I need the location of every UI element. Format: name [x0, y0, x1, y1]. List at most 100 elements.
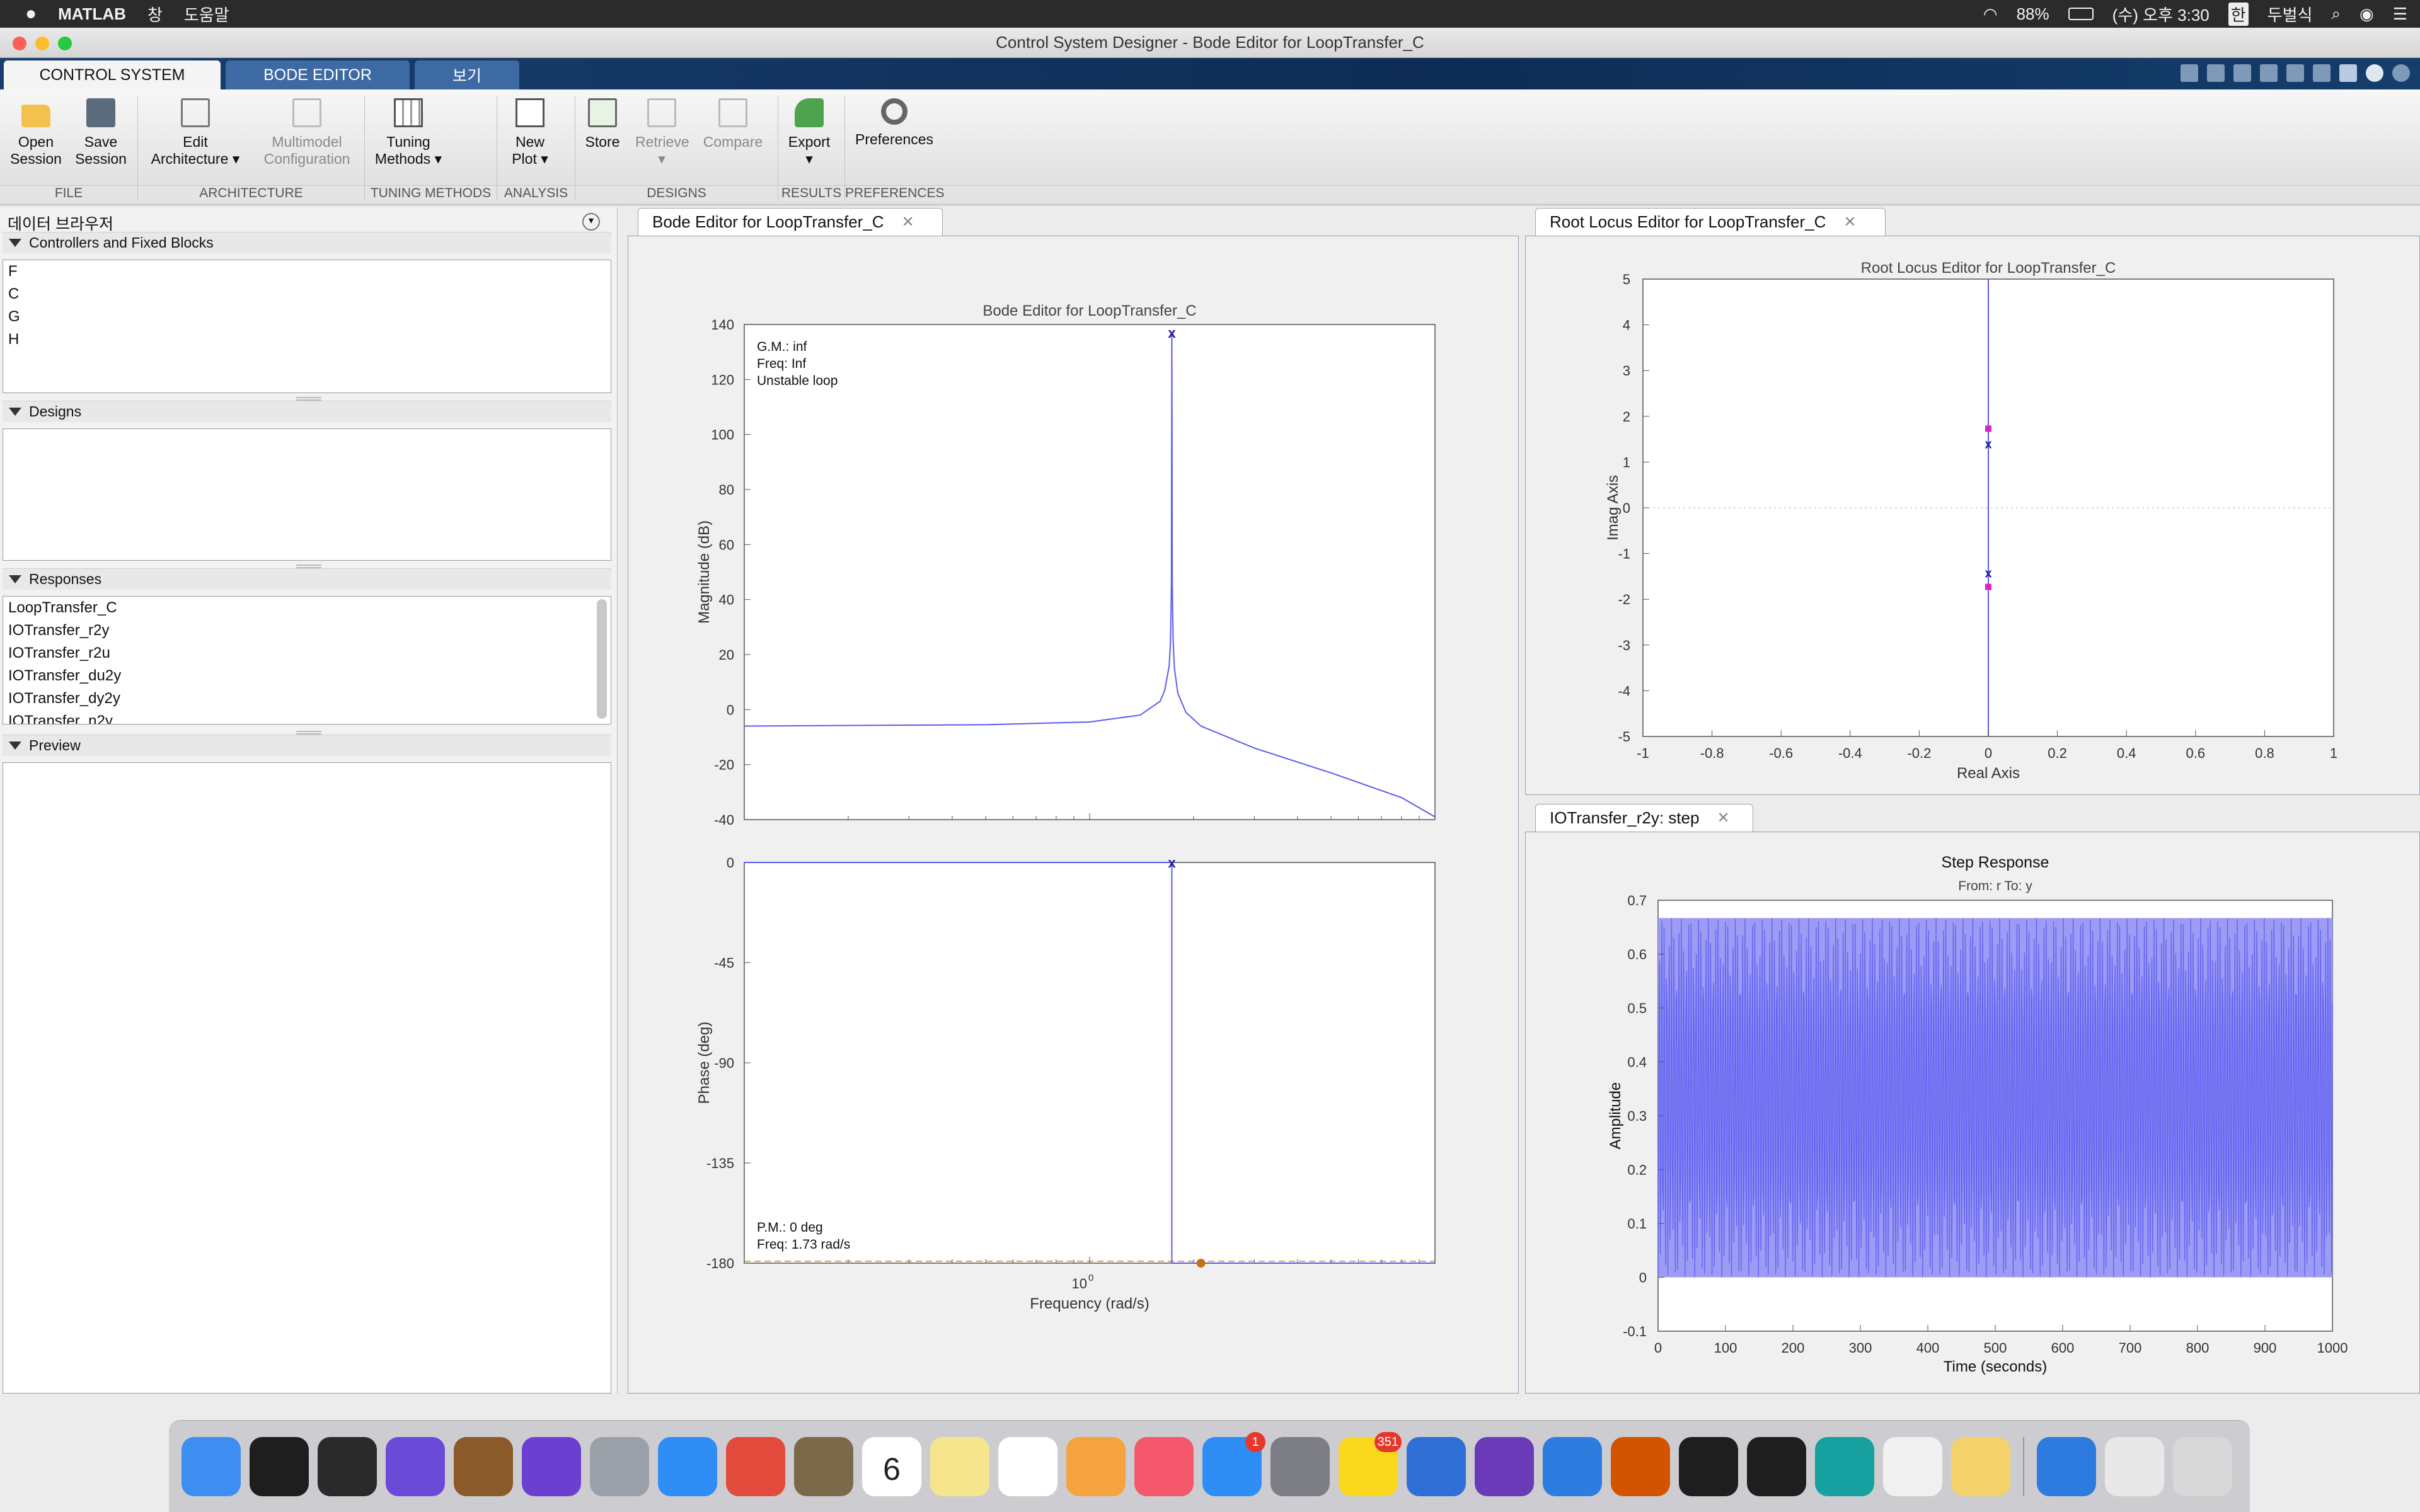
dock-finder-icon[interactable] — [182, 1436, 241, 1496]
input-source-label[interactable]: 두벌식 — [2267, 3, 2313, 26]
dock-textedit-icon[interactable] — [1883, 1436, 1942, 1496]
list-item[interactable]: IOTransfer_dy2y — [3, 687, 611, 710]
edit-architecture-button[interactable]: Edit Architecture ▾ — [144, 98, 247, 168]
apple-icon[interactable]: ● — [25, 3, 37, 25]
close-tab-icon[interactable]: ✕ — [902, 213, 914, 231]
dock-documents-icon[interactable] — [2105, 1436, 2164, 1496]
retrieve-button[interactable]: Retrieve ▾ — [635, 98, 689, 168]
dock-vs-code-icon[interactable] — [1543, 1436, 1602, 1496]
new-plot-button[interactable]: New Plot ▾ — [502, 98, 558, 168]
close-tab-icon[interactable]: ✕ — [1717, 809, 1729, 827]
section-responses-header[interactable]: Responses — [3, 568, 611, 590]
data-browser-menu-icon[interactable]: ▾ — [582, 213, 600, 231]
list-item[interactable]: IOTransfer_du2y — [3, 665, 611, 687]
dock-garageband-icon[interactable] — [454, 1436, 513, 1496]
imag-tick-label: 0 — [1623, 500, 1630, 516]
save-session-button[interactable]: Save Session — [71, 98, 131, 168]
export-button[interactable]: Export ▾ — [780, 98, 838, 168]
dock-safari-icon[interactable] — [658, 1436, 717, 1496]
wifi-icon[interactable]: ◠ — [1983, 4, 1998, 24]
section-controllers-header[interactable]: Controllers and Fixed Blocks — [3, 232, 611, 253]
clock[interactable]: (수) 오후 3:30 — [2112, 3, 2210, 26]
list-item[interactable]: IOTransfer_r2y — [3, 619, 611, 642]
multimodel-configuration-button[interactable]: Multimodel Configuration — [253, 98, 360, 168]
list-item[interactable]: IOTransfer_r2u — [3, 642, 611, 665]
redo-icon[interactable] — [2313, 64, 2331, 82]
retrieve-label: Retrieve ▾ — [635, 134, 689, 167]
compare-button[interactable]: Compare — [698, 98, 768, 151]
section-preview-header[interactable]: Preview — [3, 735, 611, 756]
save-icon[interactable] — [2181, 64, 2198, 82]
dock-arduino-icon[interactable] — [1815, 1436, 1874, 1496]
dock-app-store-icon[interactable]: 1 — [1202, 1431, 1265, 1496]
architecture-icon — [181, 98, 210, 127]
list-item[interactable]: LoopTransfer_C — [3, 597, 611, 619]
dock-calendar-icon[interactable]: 6 — [862, 1436, 921, 1496]
dock-activity-monitor-icon[interactable] — [318, 1436, 377, 1496]
battery-percent[interactable]: 88% — [2017, 4, 2049, 24]
dock-kakaotalk-icon[interactable]: 351 — [1339, 1431, 1402, 1496]
mag-ylabel: Magnitude (dB) — [696, 520, 713, 624]
phase-ylabel: Phase (deg) — [696, 1022, 713, 1104]
section-designs-header[interactable]: Designs — [3, 401, 611, 422]
undo-icon[interactable] — [2286, 64, 2304, 82]
responses-scrollbar[interactable] — [597, 599, 607, 719]
list-item[interactable]: G — [3, 306, 611, 328]
tab-bode-editor[interactable]: BODE EDITOR — [226, 60, 410, 89]
preferences-button[interactable]: Preferences — [848, 98, 940, 148]
bode-plot[interactable]: Bode Editor for LoopTransfer_C -40 -20 0 20 4… — [628, 236, 1518, 1393]
dock-notes-icon[interactable] — [930, 1436, 989, 1496]
menu-app-name[interactable]: MATLAB — [58, 4, 126, 24]
tuning-methods-button[interactable]: Tuning Methods ▾ — [371, 98, 446, 168]
dock-webstorm-icon[interactable] — [1747, 1436, 1806, 1496]
dock-visual-studio-icon[interactable] — [1475, 1436, 1534, 1496]
dock-teamviewer-icon[interactable] — [2037, 1436, 2096, 1496]
root-locus-plot[interactable]: Root Locus Editor for LoopTransfer_C -5 -4… — [1526, 236, 2419, 794]
dock-pycharm-icon[interactable] — [1679, 1436, 1738, 1496]
cut-icon[interactable] — [2207, 64, 2225, 82]
dock-launchpad-icon[interactable] — [590, 1436, 649, 1496]
copy-icon[interactable] — [2233, 64, 2251, 82]
dock-xcode-icon[interactable] — [1407, 1436, 1466, 1496]
siri-icon[interactable]: ◉ — [2360, 4, 2374, 24]
quick-access-toolbar[interactable] — [2139, 64, 2410, 83]
dock-photos-icon[interactable] — [1066, 1436, 1126, 1496]
open-session-button[interactable]: Open Session — [8, 98, 64, 168]
dock-siri-icon[interactable] — [386, 1436, 445, 1496]
tab-bode-editor-document[interactable]: Bode Editor for LoopTransfer_C ✕ — [638, 208, 943, 236]
tab-view[interactable]: 보기 — [415, 60, 519, 89]
help-icon[interactable] — [2366, 64, 2383, 82]
list-item[interactable]: H — [3, 328, 611, 351]
close-tab-icon[interactable]: ✕ — [1843, 213, 1856, 231]
store-button[interactable]: Store — [577, 98, 628, 151]
list-item[interactable]: IOTransfer_n2y — [3, 710, 611, 724]
real-tick-label: -0.4 — [1838, 745, 1862, 761]
dock-stickies-icon[interactable] — [1951, 1436, 2010, 1496]
step-response-plot[interactable]: Step Response From: r To: y -0.1 0 0.1 0.2 0.3… — [1526, 832, 2419, 1393]
dock-reminders-icon[interactable] — [998, 1436, 1057, 1496]
mag-tick-label: 100 — [711, 427, 734, 443]
paste-icon[interactable] — [2260, 64, 2278, 82]
input-source-icon[interactable]: 한 — [2228, 2, 2249, 26]
dock-trash-icon[interactable] — [2173, 1436, 2232, 1496]
dock-terminal-icon[interactable] — [250, 1436, 309, 1496]
tab-step-response-document[interactable]: IOTransfer_r2y: step ✕ — [1535, 804, 1753, 832]
tab-control-system[interactable]: CONTROL SYSTEM — [4, 60, 221, 89]
root-locus-xlabel: Real Axis — [1957, 765, 2020, 782]
dock-preview-icon[interactable] — [794, 1436, 853, 1496]
layout-icon[interactable] — [2339, 64, 2357, 82]
list-item[interactable]: C — [3, 283, 611, 306]
dock-music-icon[interactable] — [1134, 1436, 1194, 1496]
menu-help[interactable]: 도움말 — [184, 3, 229, 26]
dock-imovie-icon[interactable] — [522, 1436, 581, 1496]
notification-center-icon[interactable]: ☰ — [2393, 4, 2407, 24]
dock-system-preferences-icon[interactable] — [1270, 1436, 1330, 1496]
dock-matlab-icon[interactable] — [1611, 1436, 1670, 1496]
dock-chrome-icon[interactable] — [726, 1436, 785, 1496]
menu-window[interactable]: 창 — [147, 3, 163, 26]
bode-xlabel: Frequency (rad/s) — [1030, 1295, 1149, 1312]
toolstrip-close-icon[interactable] — [2392, 64, 2410, 82]
list-item[interactable]: F — [3, 260, 611, 283]
spotlight-icon[interactable]: ⌕ — [2331, 4, 2341, 24]
tab-root-locus-document[interactable]: Root Locus Editor for LoopTransfer_C ✕ — [1535, 208, 1886, 236]
